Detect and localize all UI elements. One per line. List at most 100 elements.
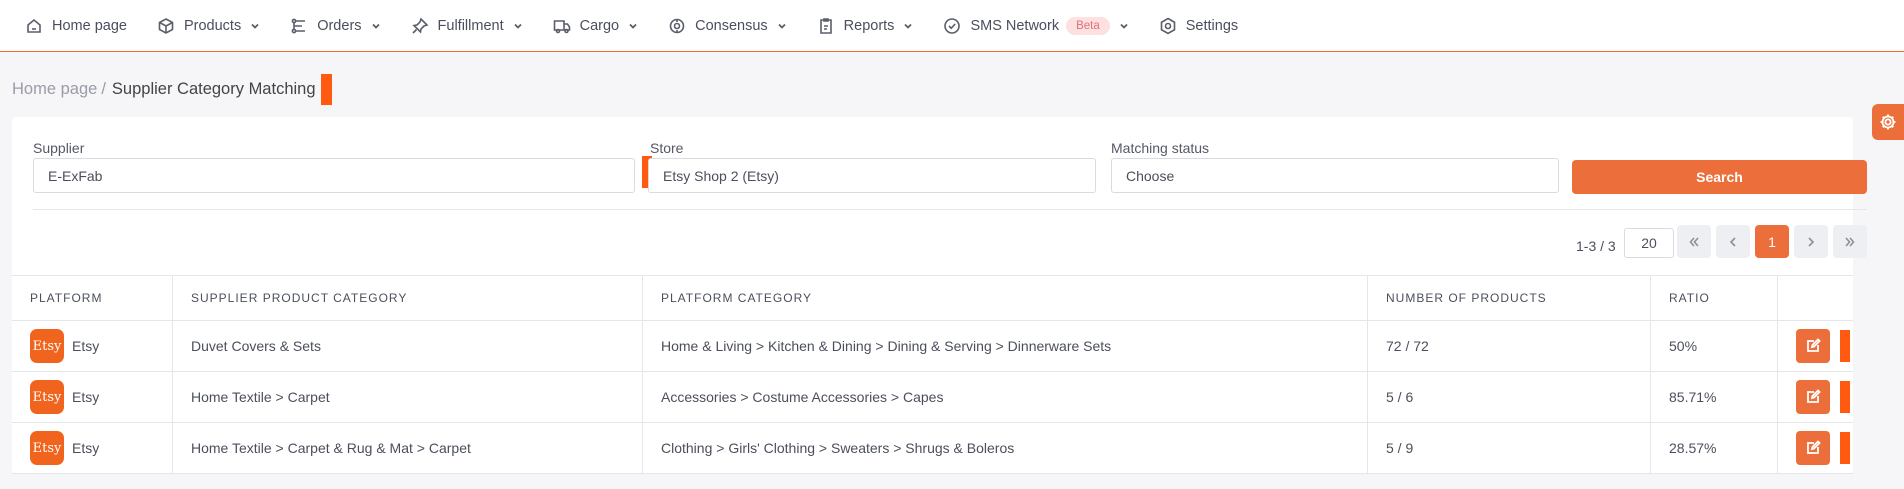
page-size-value: 20: [1641, 235, 1657, 251]
ratio-cell: 50%: [1651, 321, 1778, 371]
number-of-products-cell: 5 / 9: [1368, 423, 1651, 473]
nav-label: Cargo: [579, 17, 620, 34]
nav-label: Consensus: [695, 17, 768, 34]
settings-panel-toggle[interactable]: [1872, 104, 1904, 140]
chevron-right-icon: [1808, 236, 1815, 247]
ratio-cell: 85.71%: [1651, 372, 1778, 422]
last-page-button[interactable]: [1833, 225, 1867, 258]
check-circle-icon: [944, 17, 961, 34]
nav-consensus[interactable]: Consensus: [668, 0, 787, 52]
orders-icon: [291, 18, 306, 33]
nav-home-page[interactable]: Home page: [25, 0, 127, 52]
nav-reports[interactable]: Reports: [817, 0, 914, 52]
store-value: Etsy Shop 2 (Etsy): [663, 167, 779, 184]
settings-icon: [1160, 17, 1176, 34]
matching-status-select[interactable]: Choose: [1111, 158, 1559, 193]
previous-page-button[interactable]: [1716, 225, 1750, 258]
search-button[interactable]: Search: [1572, 160, 1867, 194]
edit-icon: [1807, 389, 1821, 403]
breadcrumb-home-link[interactable]: Home page: [12, 80, 97, 99]
chevron-down-icon: [251, 23, 259, 29]
home-icon: [27, 18, 41, 33]
category-matching-table: PLATFORM SUPPLIER PRODUCT CATEGORY PLATF…: [12, 275, 1853, 474]
column-header-number-of-products: NUMBER OF PRODUCTS: [1368, 276, 1651, 320]
chevron-down-icon: [629, 23, 637, 29]
report-icon: [819, 17, 832, 34]
highlight-marker: [320, 74, 332, 105]
actions-cell: [1778, 372, 1853, 422]
top-navigation: Home page Products Orders Fulfillment Ca…: [0, 0, 1904, 52]
number-of-products-cell: 5 / 6: [1368, 372, 1651, 422]
platform-category-cell: Accessories > Costume Accessories > Cape…: [643, 372, 1368, 422]
column-header-supplier-category: SUPPLIER PRODUCT CATEGORY: [173, 276, 643, 320]
edit-icon: [1807, 338, 1821, 352]
next-page-button[interactable]: [1794, 225, 1828, 258]
nav-label: Fulfillment: [437, 17, 504, 34]
column-header-platform-category: PLATFORM CATEGORY: [643, 276, 1368, 320]
table-row: Etsy Etsy Duvet Covers & Sets Home & Liv…: [12, 321, 1853, 372]
supplier-select[interactable]: E-ExFab: [33, 158, 635, 193]
first-page-button[interactable]: [1677, 225, 1711, 258]
platform-cell: Etsy Etsy: [12, 372, 173, 422]
store-select[interactable]: Etsy Shop 2 (Etsy): [648, 158, 1096, 193]
pagination-info: 1-3 / 3: [1576, 238, 1616, 254]
supplier-label: Supplier: [33, 140, 85, 156]
double-chevron-left-icon: [1689, 236, 1699, 247]
chevron-down-icon: [904, 23, 913, 29]
breadcrumb-separator: /: [101, 80, 106, 98]
matching-status-label: Matching status: [1111, 140, 1210, 156]
edit-icon: [1807, 440, 1821, 454]
highlight-marker: [1840, 432, 1850, 464]
nav-sms-network[interactable]: SMS Network Beta: [943, 0, 1128, 52]
page-size-select[interactable]: 20: [1624, 228, 1674, 258]
chevron-down-icon: [1120, 23, 1128, 29]
nav-label: Orders: [317, 17, 362, 34]
number-of-products-cell: 72 / 72: [1368, 321, 1651, 371]
platform-name: Etsy: [72, 338, 100, 354]
supplier-category-cell: Home Textile > Carpet & Rug & Mat > Carp…: [173, 423, 643, 473]
etsy-logo: Etsy: [30, 329, 64, 363]
edit-button[interactable]: [1796, 329, 1830, 363]
nav-label: Settings: [1185, 17, 1239, 34]
platform-category-cell: Clothing > Girls' Clothing > Sweaters > …: [643, 423, 1368, 473]
nav-cargo[interactable]: Cargo: [553, 0, 639, 52]
nav-products[interactable]: Products: [157, 0, 260, 52]
pin-icon: [411, 17, 429, 34]
column-header-platform: PLATFORM: [12, 276, 173, 320]
etsy-logo: Etsy: [30, 380, 64, 414]
chevron-down-icon: [513, 23, 522, 29]
chevron-down-icon: [371, 23, 380, 29]
actions-cell: [1778, 423, 1853, 473]
edit-button[interactable]: [1796, 380, 1830, 414]
table-header-row: PLATFORM SUPPLIER PRODUCT CATEGORY PLATF…: [12, 276, 1853, 321]
page-button-current[interactable]: 1: [1755, 225, 1789, 258]
nav-orders[interactable]: Orders: [290, 0, 380, 52]
current-page-number: 1: [1768, 233, 1776, 250]
highlight-marker: [1840, 381, 1850, 413]
breadcrumb: Home page / Supplier Category Matching: [12, 74, 332, 105]
box-icon: [158, 17, 174, 34]
nav-label: Home page: [52, 17, 127, 34]
double-chevron-right-icon: [1845, 236, 1855, 247]
divider: [33, 209, 1867, 210]
consensus-icon: [669, 18, 685, 33]
platform-cell: Etsy Etsy: [12, 423, 173, 473]
edit-button[interactable]: [1796, 431, 1830, 465]
page-title: Supplier Category Matching: [111, 80, 316, 98]
column-header-actions: [1778, 276, 1853, 320]
platform-cell: Etsy Etsy: [12, 321, 173, 371]
supplier-category-cell: Duvet Covers & Sets: [173, 321, 643, 371]
supplier-category-cell: Home Textile > Carpet: [173, 372, 643, 422]
chevron-down-icon: [778, 23, 786, 29]
beta-badge: Beta: [1066, 16, 1110, 35]
gear-icon: [1880, 114, 1896, 130]
matching-status-placeholder: Choose: [1126, 167, 1175, 184]
platform-name: Etsy: [72, 440, 100, 456]
nav-fulfillment[interactable]: Fulfillment: [411, 0, 523, 52]
nav-label: SMS Network: [970, 17, 1060, 34]
etsy-logo: Etsy: [30, 431, 64, 465]
column-header-ratio: RATIO: [1651, 276, 1778, 320]
nav-settings[interactable]: Settings: [1159, 0, 1238, 52]
table-row: Etsy Etsy Home Textile > Carpet & Rug & …: [12, 423, 1853, 474]
truck-icon: [553, 19, 570, 33]
